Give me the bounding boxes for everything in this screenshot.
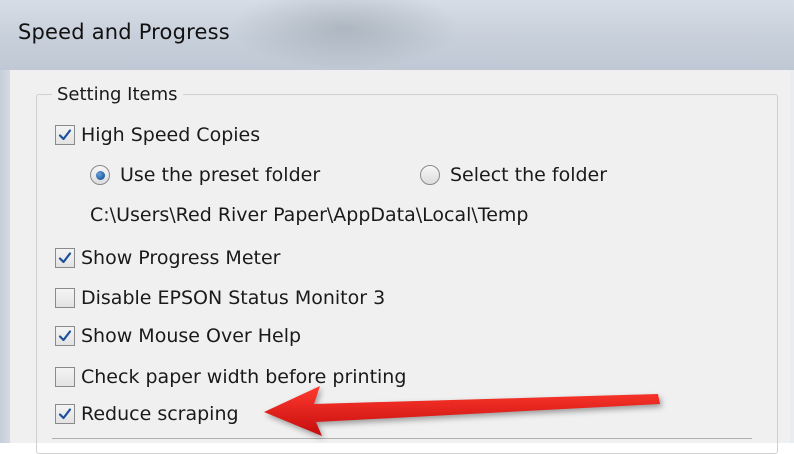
groupbox-label: Setting Items (52, 84, 183, 105)
title-bar-glare (230, 0, 460, 70)
show-progress-meter-label: Show Progress Meter (81, 247, 281, 269)
reduce-scraping-label: Reduce scraping (81, 403, 239, 425)
check-paper-width-checkbox[interactable] (55, 367, 75, 387)
dialog-title: Speed and Progress (18, 20, 230, 44)
show-progress-meter-checkbox[interactable] (55, 248, 75, 268)
check-mark-icon (58, 129, 72, 141)
select-folder-label: Select the folder (450, 164, 608, 186)
groupbox-bottom-divider (52, 438, 752, 439)
disable-status-monitor-checkbox[interactable] (55, 288, 75, 308)
check-mark-icon (58, 330, 72, 342)
select-folder-radio[interactable] (420, 165, 440, 185)
select-folder-row[interactable]: Select the folder (420, 160, 607, 190)
check-mark-icon (58, 252, 72, 264)
use-preset-folder-row[interactable]: Use the preset folder (90, 160, 320, 190)
show-progress-meter-row[interactable]: Show Progress Meter (55, 243, 280, 273)
window-frame-right (790, 70, 794, 443)
high-speed-copies-row[interactable]: High Speed Copies (55, 120, 260, 150)
radio-dot-icon (95, 170, 105, 180)
title-bar: Speed and Progress (0, 0, 794, 70)
show-mouse-over-help-row[interactable]: Show Mouse Over Help (55, 321, 301, 351)
red-arrow-icon (264, 386, 660, 436)
high-speed-copies-label: High Speed Copies (81, 124, 261, 146)
window-frame-left (0, 70, 10, 443)
reduce-scraping-row[interactable]: Reduce scraping (55, 399, 239, 429)
show-mouse-over-help-checkbox[interactable] (55, 326, 75, 346)
folder-path: C:\Users\Red River Paper\AppData\Local\T… (90, 204, 529, 226)
disable-status-monitor-row[interactable]: Disable EPSON Status Monitor 3 (55, 283, 385, 313)
use-preset-folder-radio[interactable] (90, 165, 110, 185)
reduce-scraping-checkbox[interactable] (55, 404, 75, 424)
show-mouse-over-help-label: Show Mouse Over Help (81, 325, 302, 347)
high-speed-copies-checkbox[interactable] (55, 125, 75, 145)
use-preset-folder-label: Use the preset folder (120, 164, 321, 186)
disable-status-monitor-label: Disable EPSON Status Monitor 3 (81, 287, 386, 309)
check-mark-icon (58, 408, 72, 420)
